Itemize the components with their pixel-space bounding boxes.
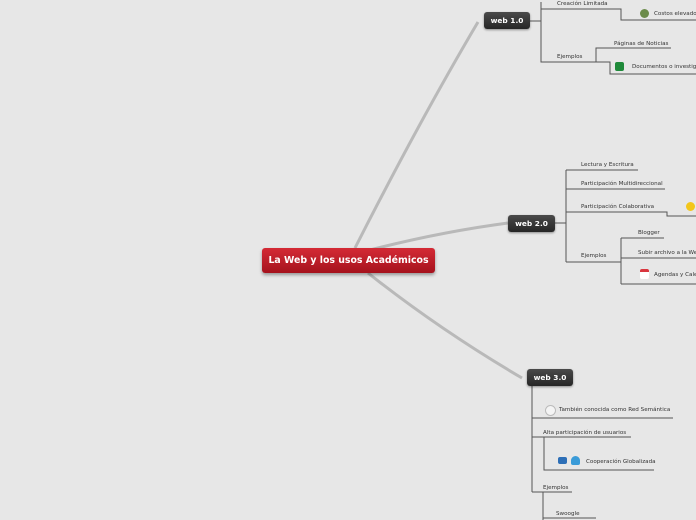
web3-ejemplos-label[interactable]: Ejemplos — [543, 484, 568, 492]
web1-node[interactable]: web 1.0 — [484, 12, 530, 29]
web3-swoogle-label[interactable]: Swoogle — [556, 510, 580, 518]
branch-web3 — [367, 271, 523, 380]
web3-semantica-label[interactable]: También conocida como Red Semántica — [559, 406, 670, 414]
web2-agendas-label[interactable]: Agendas y Calendarios — [654, 271, 696, 279]
web2-subir-label[interactable]: Subir archivo a la Web — [638, 249, 696, 257]
web2-lectura-label[interactable]: Lectura y Escritura — [581, 161, 634, 169]
web1-ejemplos-label[interactable]: Ejemplos — [557, 53, 582, 61]
web3-alta-label[interactable]: Alta participación de usuarios — [543, 429, 626, 437]
money-bag-icon — [640, 9, 649, 18]
computer-icon — [558, 457, 567, 464]
root-node[interactable]: La Web y los usos Académicos — [262, 248, 435, 273]
web2-node[interactable]: web 2.0 — [508, 215, 555, 232]
branch-web2 — [369, 221, 509, 252]
web3-cooperacion-label[interactable]: Cooperación Globalizada — [586, 458, 656, 466]
pie-chart-icon — [545, 405, 556, 416]
branch-web1 — [353, 21, 480, 249]
web2-multi-label[interactable]: Participación Multidireccional — [581, 180, 663, 188]
web1-documentos-label[interactable]: Documentos o investigaciones — [632, 63, 696, 71]
sunglasses-smiley-icon — [686, 202, 695, 211]
web2-blogger-label[interactable]: Blogger — [638, 229, 660, 237]
web1-creacion-label[interactable]: Creación Limitada — [557, 0, 608, 8]
calendar-icon — [640, 269, 649, 279]
people-computer-icon — [571, 456, 580, 465]
web2-colab-label[interactable]: Participación Colaborativa — [581, 203, 654, 211]
web1-paginas-label[interactable]: Páginas de Noticias — [614, 40, 668, 48]
web3-node[interactable]: web 3.0 — [527, 369, 573, 386]
web1-costos-label[interactable]: Costos elevados — [654, 10, 696, 18]
web2-ejemplos-label[interactable]: Ejemplos — [581, 252, 606, 260]
green-book-icon — [615, 62, 624, 71]
